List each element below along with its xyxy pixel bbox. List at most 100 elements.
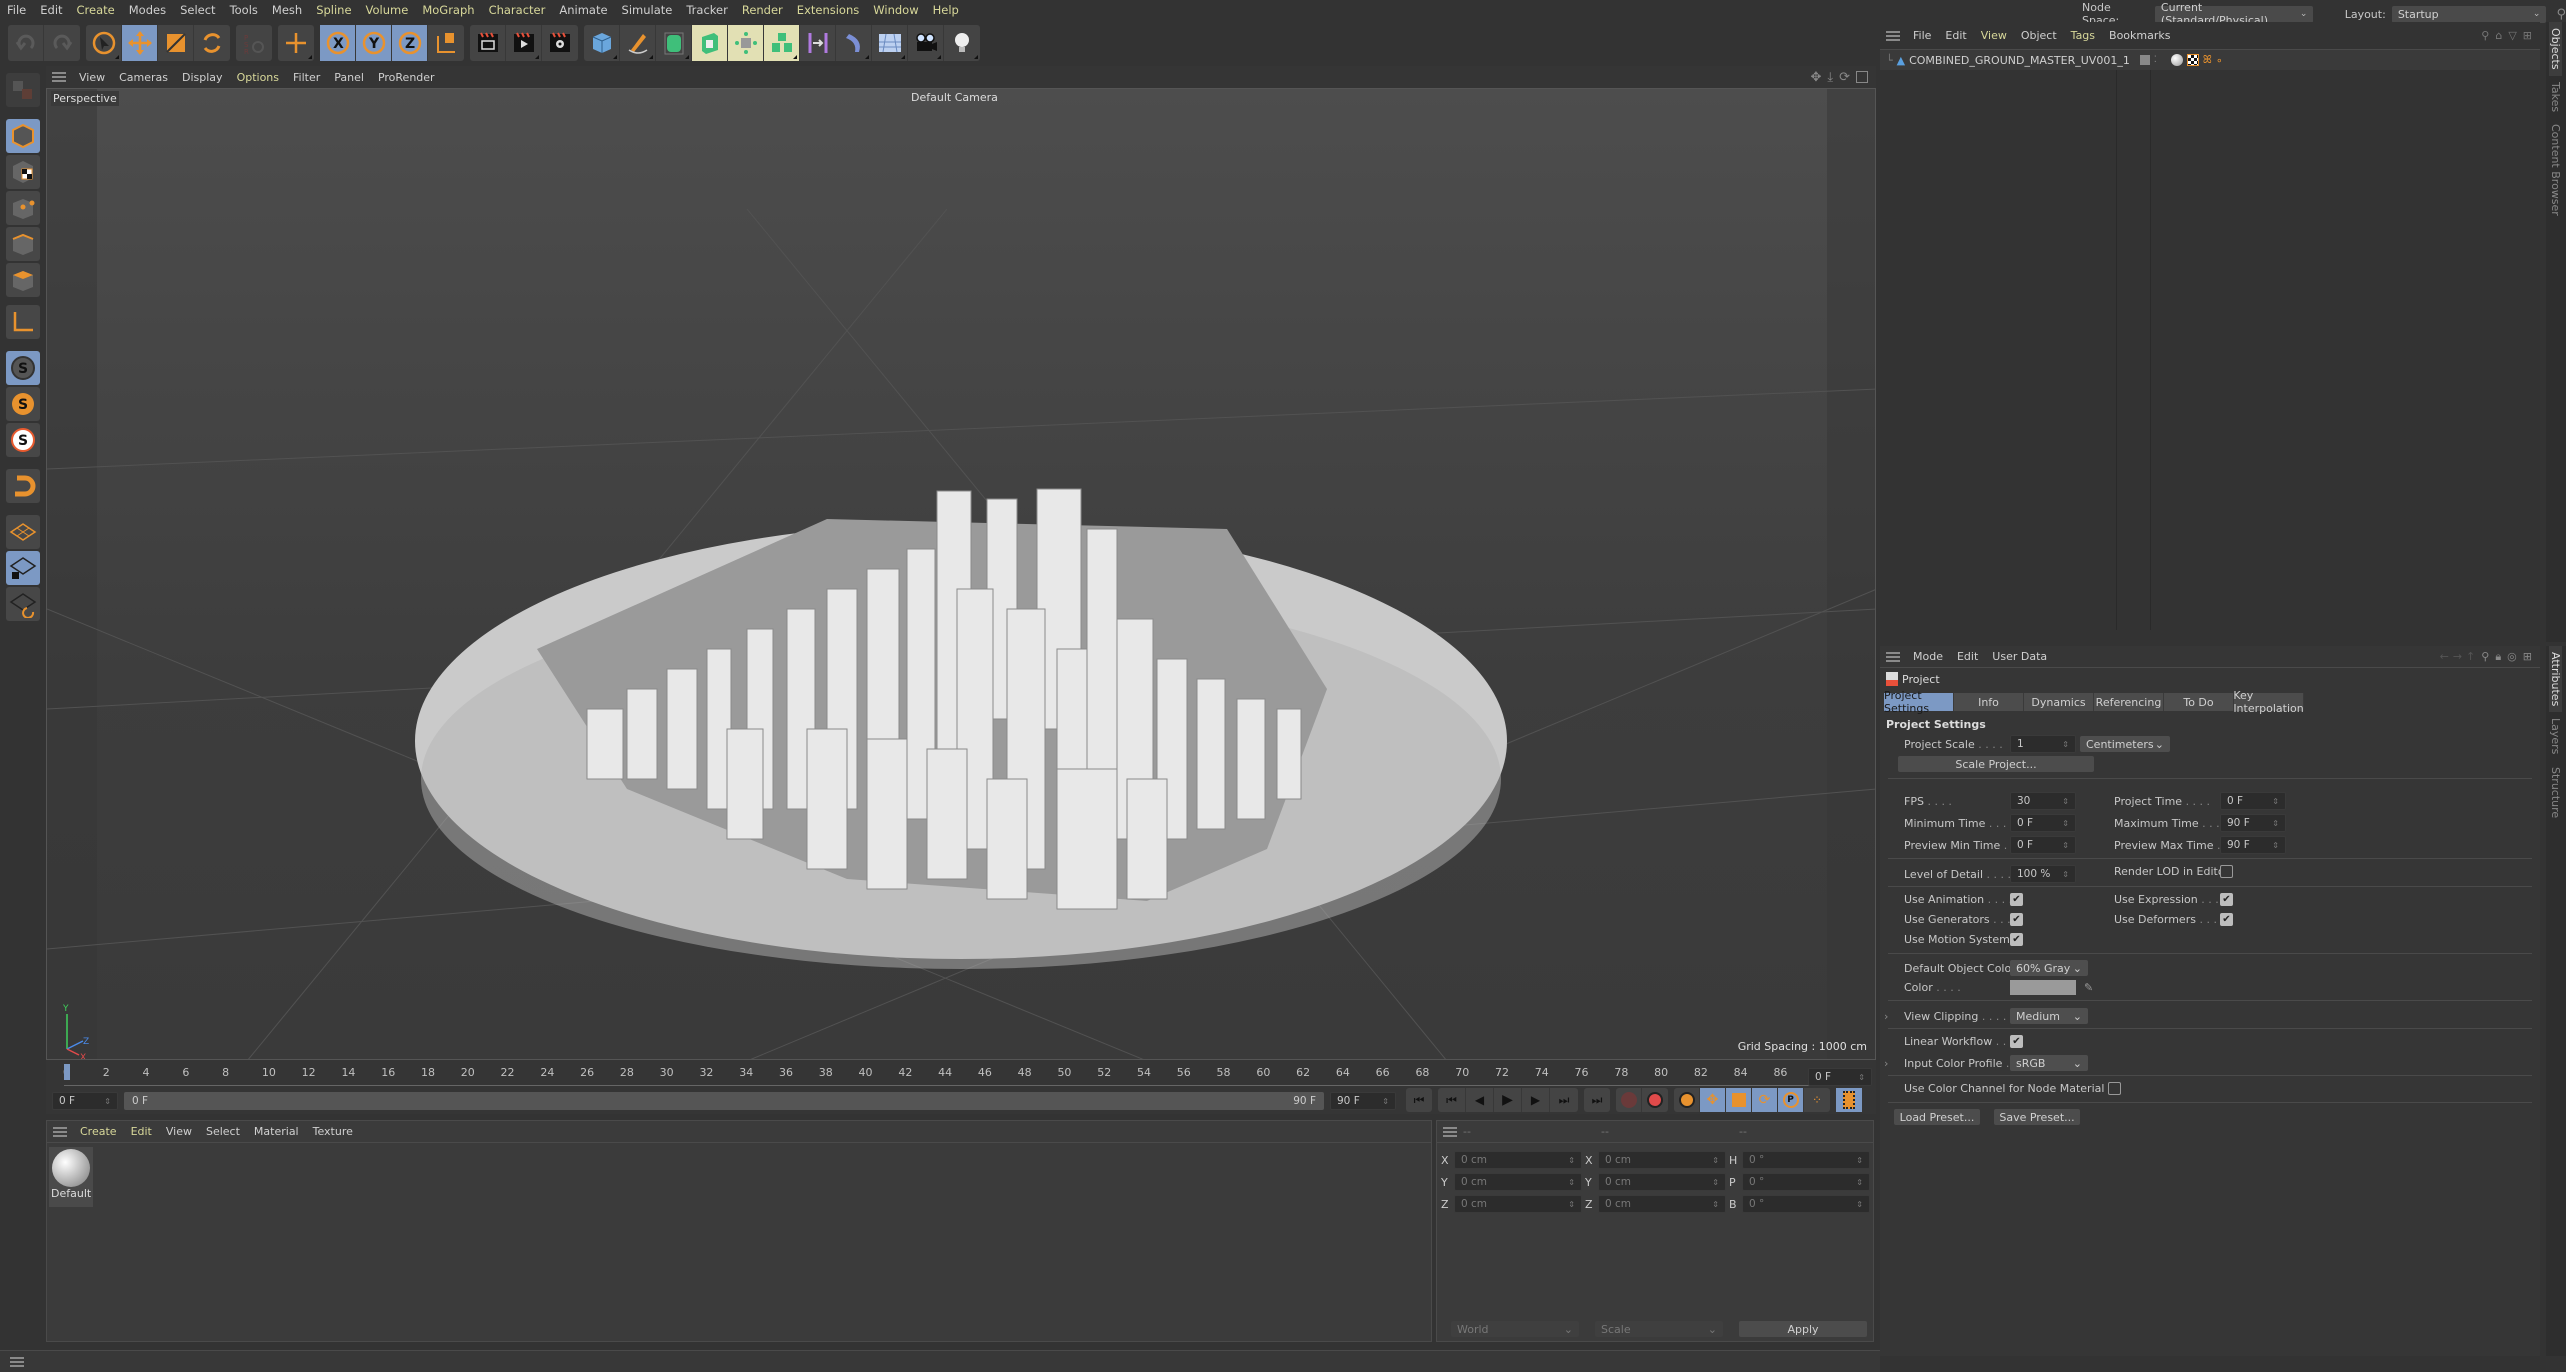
3d-viewport[interactable]: Y Z X Perspective Default Camera Grid Sp… bbox=[46, 88, 1876, 1060]
extrude-button[interactable] bbox=[692, 25, 728, 61]
hamburger-menu-icon[interactable] bbox=[10, 1357, 24, 1367]
menu-tools[interactable]: Tools bbox=[223, 0, 265, 20]
menu-spline[interactable]: Spline bbox=[309, 0, 358, 20]
menu-help[interactable]: Help bbox=[926, 0, 966, 20]
render-lod-checkbox[interactable] bbox=[2220, 865, 2233, 878]
input-profile-dropdown[interactable]: sRGB ⌄ bbox=[2010, 1055, 2088, 1071]
rotate-tool-button[interactable] bbox=[194, 25, 230, 61]
viewport-orbit-icon[interactable]: ⟳ bbox=[1839, 70, 1850, 85]
menu-create[interactable]: Create bbox=[70, 0, 122, 20]
key-position-button[interactable]: ✥ bbox=[1700, 1088, 1726, 1112]
menu-character[interactable]: Character bbox=[482, 0, 553, 20]
material-menu-select[interactable]: Select bbox=[199, 1125, 247, 1138]
viewport-maximize-icon[interactable] bbox=[1856, 71, 1868, 83]
material-menu-view[interactable]: View bbox=[159, 1125, 199, 1138]
tab-takes[interactable]: Takes bbox=[2549, 76, 2562, 118]
menu-edit[interactable]: Edit bbox=[33, 0, 69, 20]
floor-button[interactable] bbox=[872, 25, 908, 61]
scale-tool-button[interactable] bbox=[158, 25, 194, 61]
objects-menu-tags[interactable]: Tags bbox=[2064, 29, 2102, 42]
viewport-menu-cameras[interactable]: Cameras bbox=[112, 71, 175, 84]
back-arrow-icon[interactable]: ← bbox=[2440, 650, 2449, 663]
material-menu-material[interactable]: Material bbox=[247, 1125, 306, 1138]
recent-tool-button[interactable] bbox=[278, 25, 314, 61]
menu-mograph[interactable]: MoGraph bbox=[415, 0, 481, 20]
menu-file[interactable]: File bbox=[0, 0, 33, 20]
record-keys-button[interactable] bbox=[1616, 1088, 1642, 1112]
checker-tag-icon[interactable] bbox=[2186, 54, 2199, 66]
min-time-field[interactable]: 0 F ⇕ bbox=[2010, 814, 2076, 832]
texture-mode-button[interactable] bbox=[6, 155, 40, 189]
project-scale-field[interactable]: 1 ⇕ bbox=[2010, 735, 2076, 753]
hamburger-menu-icon[interactable] bbox=[1443, 1126, 1457, 1137]
timeline-window-button[interactable] bbox=[1836, 1088, 1862, 1112]
expand-chevron-icon[interactable]: › bbox=[1884, 1057, 1904, 1070]
next-frame-button[interactable]: ▶ bbox=[1522, 1088, 1550, 1112]
key-pla-button[interactable]: ⁘ bbox=[1804, 1088, 1830, 1112]
objects-menu-bookmarks[interactable]: Bookmarks bbox=[2102, 29, 2177, 42]
apply-button[interactable]: Apply bbox=[1739, 1321, 1867, 1337]
bend-button[interactable] bbox=[800, 25, 836, 61]
solo-off-button[interactable]: S bbox=[6, 351, 40, 385]
menu-animate[interactable]: Animate bbox=[552, 0, 614, 20]
home-icon[interactable]: ⌂ bbox=[2495, 29, 2502, 42]
hamburger-menu-icon[interactable] bbox=[52, 72, 66, 82]
use-generators-checkbox[interactable]: ✔ bbox=[2010, 913, 2023, 926]
eyedropper-icon[interactable]: ✎ bbox=[2084, 981, 2093, 994]
end-frame-field[interactable]: 90 F ⇕ bbox=[1330, 1092, 1396, 1110]
align-workplane-button[interactable] bbox=[6, 587, 40, 621]
max-time-field[interactable]: 90 F ⇕ bbox=[2220, 814, 2286, 832]
search-icon[interactable]: ⚲ bbox=[2481, 650, 2489, 663]
subdivision-button[interactable] bbox=[656, 25, 692, 61]
objects-menu-file[interactable]: File bbox=[1906, 29, 1938, 42]
objects-menu-object[interactable]: Object bbox=[2014, 29, 2064, 42]
z-axis-lock-button[interactable]: Z bbox=[392, 25, 428, 61]
camera-button[interactable] bbox=[908, 25, 944, 61]
expand-chevron-icon[interactable]: › bbox=[1884, 1010, 1904, 1023]
key-rotation-button[interactable]: ⟳ bbox=[1752, 1088, 1778, 1112]
rotation-field[interactable]: 0 ° ⇕ bbox=[1742, 1173, 1870, 1191]
new-panel-icon[interactable]: ⊞ bbox=[2523, 29, 2532, 42]
new-panel-icon[interactable]: ⊞ bbox=[2523, 650, 2532, 663]
use-expression-checkbox[interactable]: ✔ bbox=[2220, 893, 2233, 906]
move-tool-button[interactable] bbox=[122, 25, 158, 61]
menu-tracker[interactable]: Tracker bbox=[679, 0, 735, 20]
axis-mode-button[interactable] bbox=[6, 305, 40, 339]
pen-button[interactable] bbox=[620, 25, 656, 61]
autokey-button[interactable] bbox=[1642, 1088, 1668, 1112]
viewport-pan-icon[interactable]: ✥ bbox=[1810, 70, 1821, 85]
locked-workplane-button[interactable] bbox=[6, 551, 40, 585]
load-preset-button[interactable]: Load Preset... bbox=[1894, 1109, 1980, 1125]
key-scale-button[interactable] bbox=[1726, 1088, 1752, 1112]
menu-mesh[interactable]: Mesh bbox=[265, 0, 309, 20]
project-time-field[interactable]: 0 F ⇕ bbox=[2220, 792, 2286, 810]
go-to-start-button[interactable]: ⏮ bbox=[1406, 1088, 1432, 1112]
size-field[interactable]: 0 cm ⇕ bbox=[1598, 1195, 1726, 1213]
tab-structure[interactable]: Structure bbox=[2549, 761, 2562, 824]
use-motion-checkbox[interactable]: ✔ bbox=[2010, 933, 2023, 946]
material-menu-create[interactable]: Create bbox=[73, 1125, 124, 1138]
viewport-menu-prorender[interactable]: ProRender bbox=[371, 71, 442, 84]
fps-field[interactable]: 30 ⇕ bbox=[2010, 792, 2076, 810]
tab-content-browser[interactable]: Content Browser bbox=[2549, 118, 2562, 222]
redo-button[interactable] bbox=[44, 25, 80, 61]
live-selection-button[interactable] bbox=[86, 25, 122, 61]
playhead[interactable] bbox=[64, 1064, 70, 1080]
solo-hierarchy-button[interactable]: S bbox=[6, 423, 40, 457]
linear-workflow-checkbox[interactable]: ✔ bbox=[2010, 1035, 2023, 1048]
previous-frame-button[interactable]: ◀ bbox=[1466, 1088, 1494, 1112]
deformer-button[interactable] bbox=[836, 25, 872, 61]
display-tag-icon[interactable]: ∘ bbox=[2216, 54, 2223, 67]
lod-field[interactable]: 100 % ⇕ bbox=[2010, 865, 2076, 883]
menu-render[interactable]: Render bbox=[735, 0, 790, 20]
solo-single-button[interactable]: S bbox=[6, 387, 40, 421]
forward-arrow-icon[interactable]: → bbox=[2453, 650, 2462, 663]
up-arrow-icon[interactable]: ↑ bbox=[2466, 650, 2475, 663]
render-settings-button[interactable] bbox=[542, 25, 578, 61]
position-field[interactable]: 0 cm ⇕ bbox=[1454, 1173, 1582, 1191]
rotation-field[interactable]: 0 ° ⇕ bbox=[1742, 1195, 1870, 1213]
x-axis-lock-button[interactable]: X bbox=[320, 25, 356, 61]
search-icon[interactable]: ⚲ bbox=[2556, 7, 2566, 22]
target-icon[interactable]: ◎ bbox=[2507, 650, 2517, 663]
polygons-mode-button[interactable] bbox=[6, 263, 40, 297]
